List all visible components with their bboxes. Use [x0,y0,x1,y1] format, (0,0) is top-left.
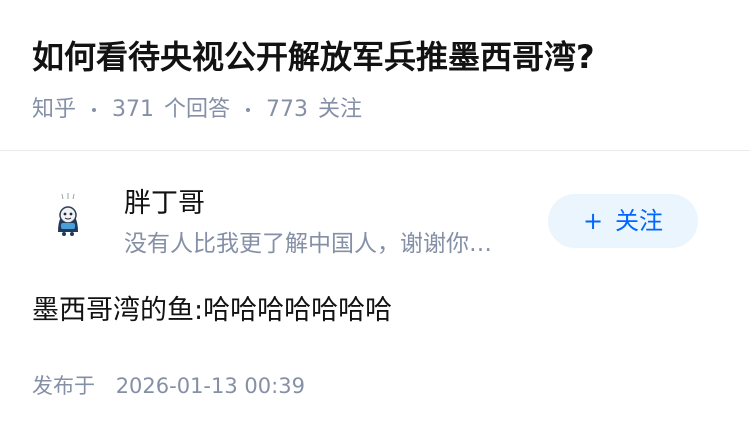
question-title[interactable]: 如何看待央视公开解放军兵推墨西哥湾? [32,34,595,80]
follow-button[interactable]: + 关注 [548,194,698,248]
answer-count-label: 个回答 [164,97,231,122]
author-row: 胖丁哥 没有人比我更了解中国人，谢谢你… + 关注 [0,180,750,264]
follower-count: 773 [266,97,309,122]
author-headline: 没有人比我更了解中国人，谢谢你… [124,231,492,257]
follow-button-label: 关注 [615,207,664,235]
source-label[interactable]: 知乎 [32,94,76,126]
answer-count: 371 [112,97,155,122]
question-meta: 知乎 371 个回答 773 关注 [32,94,362,126]
answer-content: 墨西哥湾的鱼:哈哈哈哈哈哈哈 [32,295,393,326]
published-label: 发布于 [32,374,95,398]
follower-count-label: 关注 [318,97,363,122]
avatar[interactable] [44,192,92,240]
question-header: 如何看待央视公开解放军兵推墨西哥湾? 知乎 371 个回答 773 关注 [0,0,750,151]
separator-dot [92,108,97,112]
cartoon-avatar-icon [44,192,92,240]
author-name[interactable]: 胖丁哥 [124,186,205,222]
publish-time: 发布于 2026-01-13 00:39 [32,370,305,402]
separator-dot [246,108,251,112]
published-timestamp: 2026-01-13 00:39 [115,374,305,398]
plus-icon: + [582,207,604,235]
